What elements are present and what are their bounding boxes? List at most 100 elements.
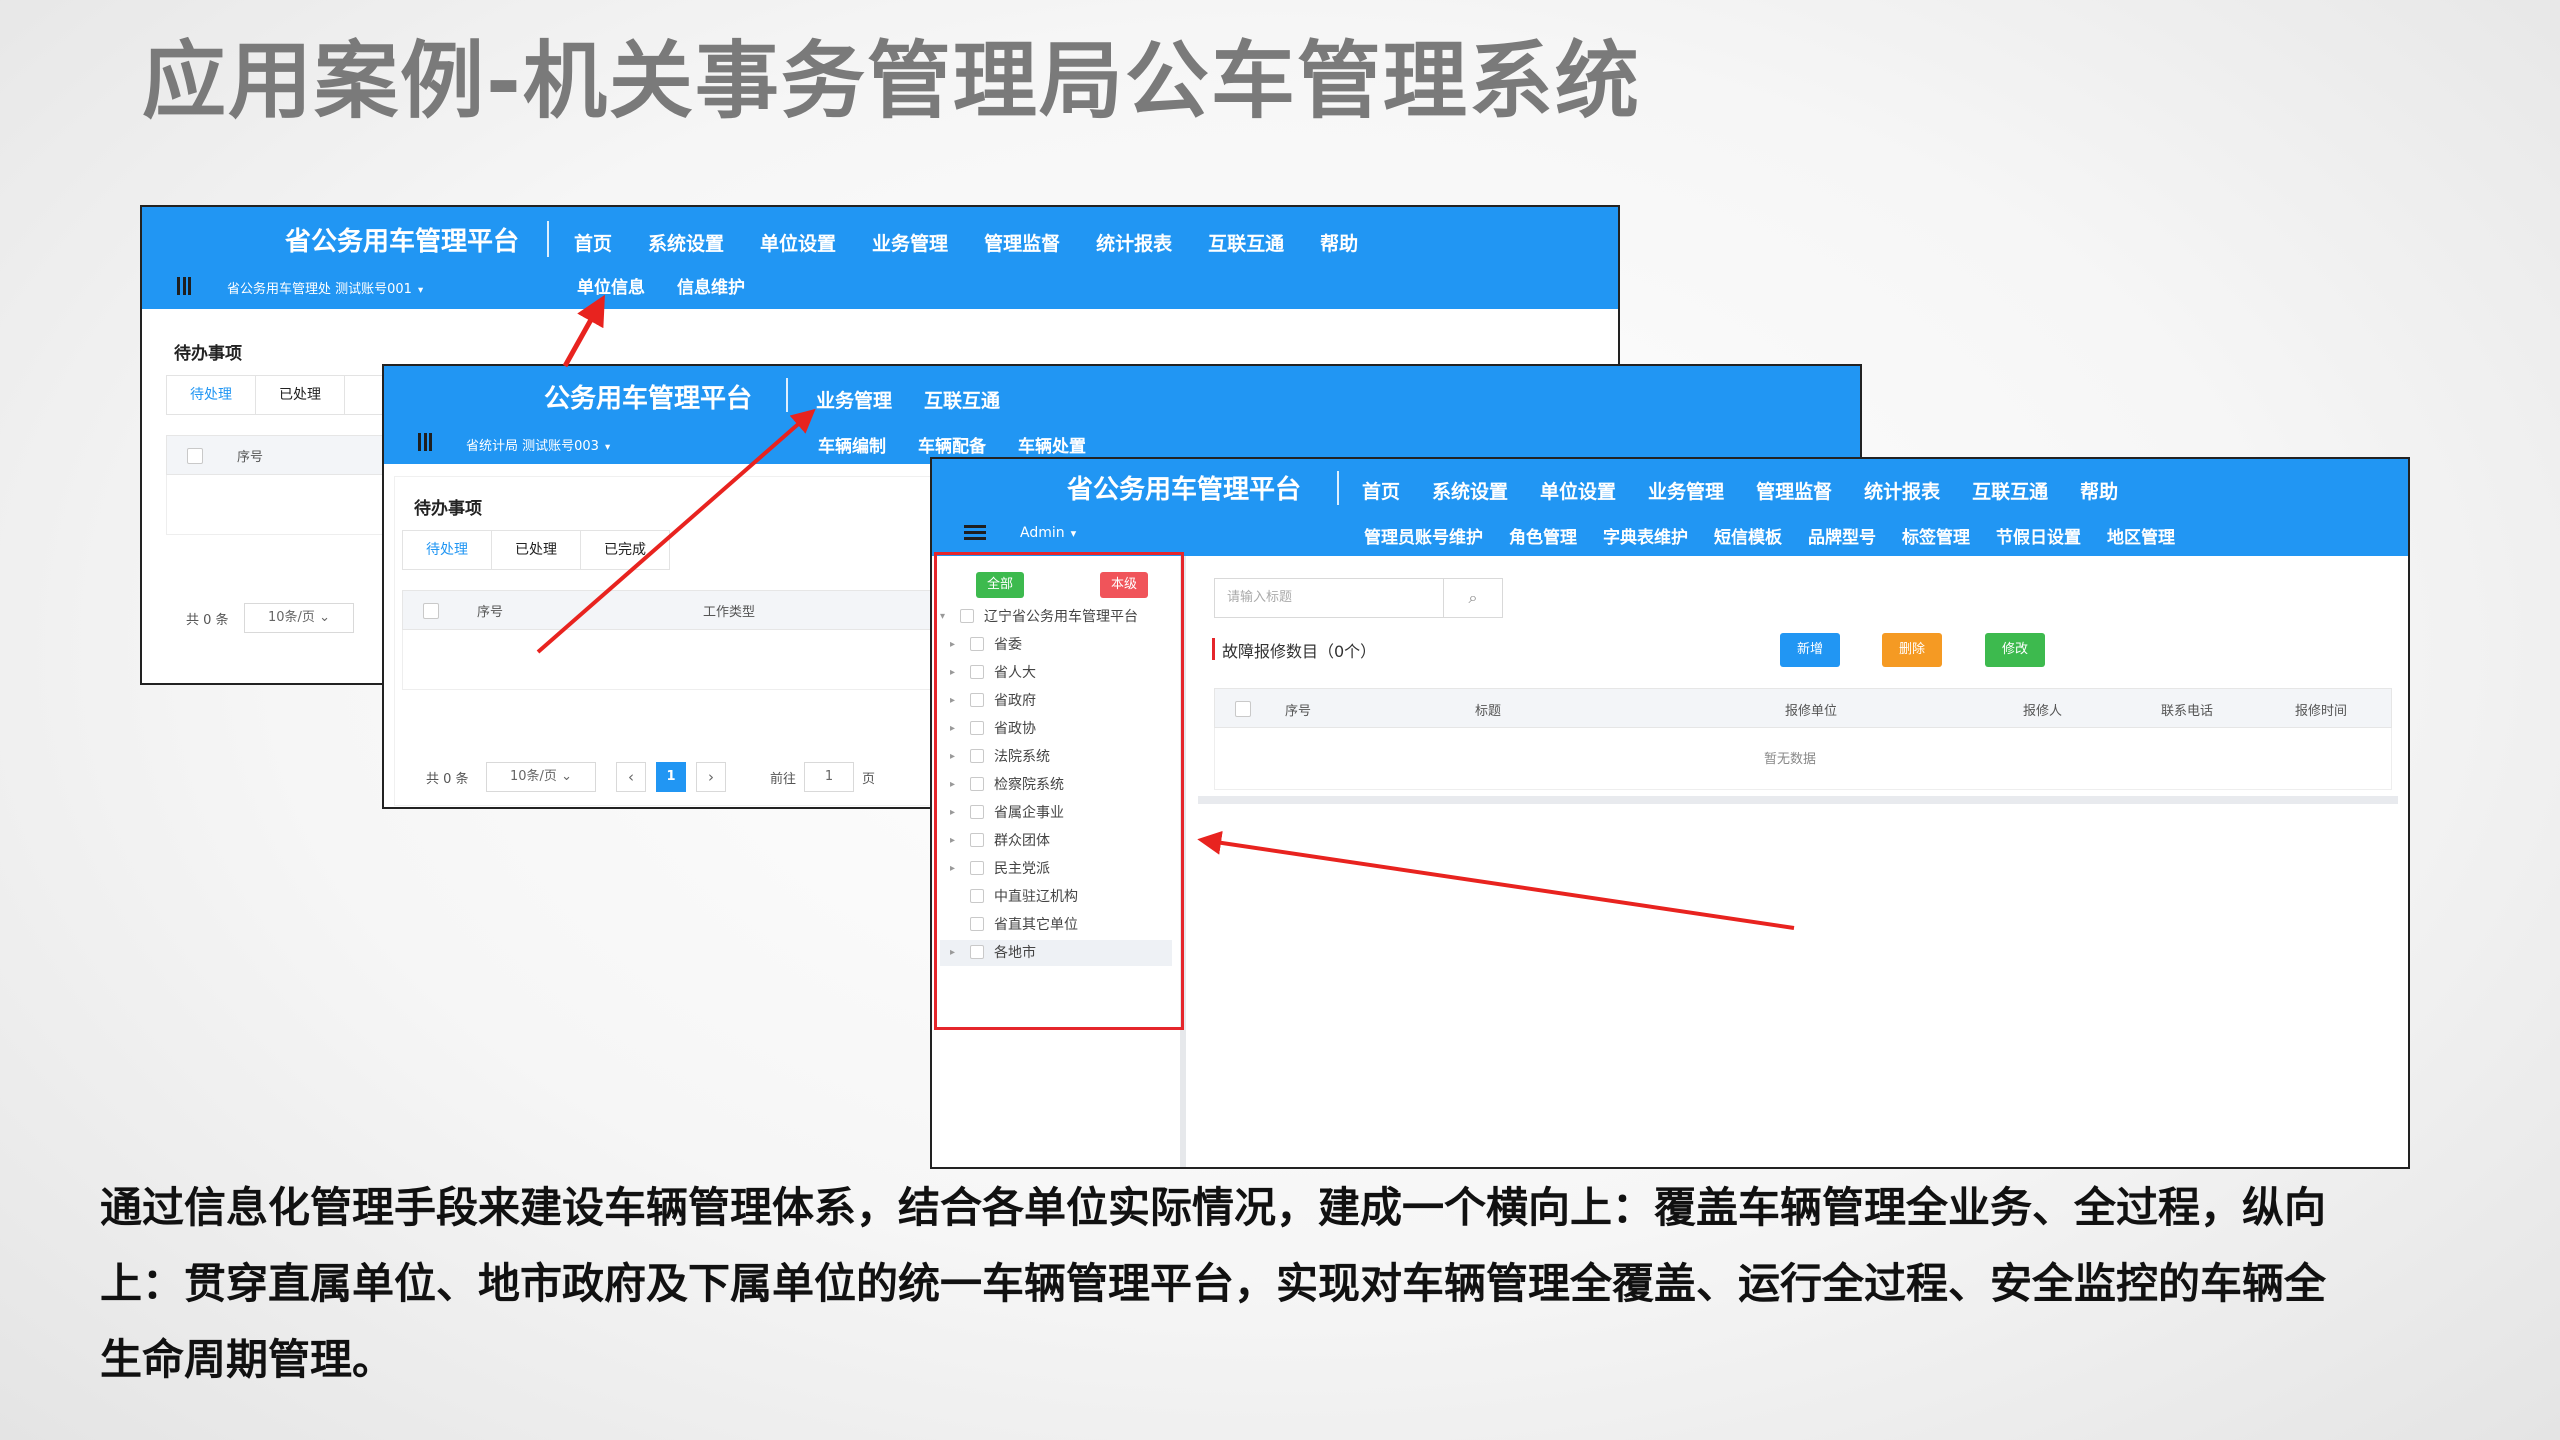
col-index: 序号 bbox=[237, 450, 264, 465]
delete-button[interactable]: 删除 bbox=[1882, 633, 1942, 667]
table-body bbox=[402, 630, 962, 690]
menu-home[interactable]: 首页 bbox=[1362, 477, 1400, 504]
submenu-unit-info[interactable]: 单位信息 bbox=[577, 273, 645, 298]
col-index: 序号 bbox=[1285, 704, 1312, 719]
menu-unit-settings[interactable]: 单位设置 bbox=[1540, 477, 1616, 504]
caption-line-1: 通过信息化管理手段来建设车辆管理体系，结合各单位实际情况，建成一个横向上：覆盖车… bbox=[100, 1183, 2327, 1232]
menu-unit-settings[interactable]: 单位设置 bbox=[760, 229, 836, 256]
page-1-button[interactable]: 1 bbox=[656, 762, 686, 792]
hamburger-icon[interactable] bbox=[418, 433, 432, 451]
page-size-select[interactable]: 10条/页 ⌄ bbox=[486, 762, 596, 792]
menu-system-settings[interactable]: 系统设置 bbox=[648, 229, 724, 256]
submenu-vehicle-disposal[interactable]: 车辆处置 bbox=[1018, 432, 1086, 457]
menu-reports[interactable]: 统计报表 bbox=[1096, 229, 1172, 256]
divider bbox=[786, 378, 788, 412]
submenu-regions[interactable]: 地区管理 bbox=[2107, 523, 2175, 548]
goto-label: 前往 bbox=[770, 772, 797, 787]
col-index: 序号 bbox=[477, 605, 504, 620]
menu-interconnect[interactable]: 互联互通 bbox=[1208, 229, 1284, 256]
submenu-vehicle-quota[interactable]: 车辆编制 bbox=[818, 432, 886, 457]
col-title: 标题 bbox=[1475, 704, 1502, 719]
top-bar: 省公务用车管理平台 首页 系统设置 单位设置 业务管理 管理监督 统计报表 互联… bbox=[932, 459, 2408, 556]
prev-page-button[interactable]: ‹ bbox=[616, 762, 646, 792]
next-page-button[interactable]: › bbox=[696, 762, 726, 792]
slide-title: 应用案例-机关事务管理局公车管理系统 bbox=[142, 32, 1641, 130]
menu-system-settings[interactable]: 系统设置 bbox=[1432, 477, 1508, 504]
select-all-checkbox[interactable] bbox=[187, 448, 203, 464]
col-repair-time: 报修时间 bbox=[2295, 704, 2348, 719]
hamburger-icon[interactable] bbox=[964, 525, 986, 540]
chevron-down-icon: ⌄ bbox=[319, 610, 330, 625]
menu-supervision[interactable]: 管理监督 bbox=[984, 229, 1060, 256]
brand-title: 省公务用车管理平台 bbox=[285, 227, 520, 257]
menu-help[interactable]: 帮助 bbox=[1320, 229, 1358, 256]
account-switcher[interactable]: Admin ▾ bbox=[1020, 525, 1076, 541]
main-menu: 业务管理 互联互通 bbox=[816, 386, 1000, 413]
submenu-roles[interactable]: 角色管理 bbox=[1509, 523, 1577, 548]
tab-pending[interactable]: 待处理 bbox=[402, 530, 492, 570]
page-size-select[interactable]: 10条/页 ⌄ bbox=[244, 603, 354, 633]
submenu-info-maintenance[interactable]: 信息维护 bbox=[677, 273, 745, 298]
list-title-bar bbox=[1212, 638, 1215, 660]
content-area: 请输入标题 ⌕ 故障报修数目（0个） 新增 删除 修改 序号 标题 报修单位 报… bbox=[1192, 556, 2408, 1167]
account-switcher[interactable]: 省统计局 测试账号003 ▾ bbox=[466, 435, 610, 454]
total-count: 共 0 条 bbox=[186, 613, 229, 628]
goto-input[interactable]: 1 bbox=[804, 762, 854, 792]
caret-down-icon: ▾ bbox=[1070, 527, 1077, 540]
menu-interconnect[interactable]: 互联互通 bbox=[924, 386, 1000, 413]
menu-reports[interactable]: 统计报表 bbox=[1864, 477, 1940, 504]
search-input[interactable]: 请输入标题 bbox=[1214, 578, 1444, 618]
account-switcher[interactable]: 省公务用车管理处 测试账号001 ▾ bbox=[227, 278, 423, 297]
total-count: 共 0 条 bbox=[426, 772, 469, 787]
pending-title: 待办事项 bbox=[174, 344, 242, 364]
search-button[interactable]: ⌕ bbox=[1443, 578, 1503, 618]
top-bar: 公务用车管理平台 业务管理 互联互通 省统计局 测试账号003 ▾ 车辆编制 车辆… bbox=[384, 366, 1860, 464]
caret-down-icon: ▾ bbox=[417, 284, 424, 296]
menu-business[interactable]: 业务管理 bbox=[872, 229, 948, 256]
menu-home[interactable]: 首页 bbox=[574, 229, 612, 256]
table-header: 序号 工作类型 bbox=[402, 590, 962, 630]
hamburger-icon[interactable] bbox=[177, 277, 191, 295]
select-all-checkbox[interactable] bbox=[423, 603, 439, 619]
select-all-checkbox[interactable] bbox=[1235, 701, 1251, 717]
sub-menu: 管理员账号维护 角色管理 字典表维护 短信模板 品牌型号 标签管理 节假日设置 … bbox=[1364, 523, 2175, 548]
col-phone: 联系电话 bbox=[2161, 704, 2214, 719]
menu-business[interactable]: 业务管理 bbox=[1648, 477, 1724, 504]
chevron-down-icon: ⌄ bbox=[561, 769, 572, 784]
caret-down-icon: ▾ bbox=[604, 441, 611, 453]
sub-menu: 车辆编制 车辆配备 车辆处置 bbox=[818, 432, 1086, 457]
list-title: 故障报修数目（0个） bbox=[1222, 642, 1377, 661]
submenu-sms-templates[interactable]: 短信模板 bbox=[1714, 523, 1782, 548]
divider bbox=[547, 221, 549, 257]
col-repair-unit: 报修单位 bbox=[1785, 704, 1838, 719]
add-button[interactable]: 新增 bbox=[1780, 633, 1840, 667]
submenu-dictionary[interactable]: 字典表维护 bbox=[1603, 523, 1688, 548]
red-highlight-frame bbox=[934, 552, 1184, 1030]
menu-help[interactable]: 帮助 bbox=[2080, 477, 2118, 504]
empty-state: 暂无数据 bbox=[1764, 752, 1817, 767]
caption-line-3: 生命周期管理。 bbox=[100, 1335, 395, 1384]
tab-completed[interactable]: 已完成 bbox=[580, 530, 670, 570]
submenu-brand-models[interactable]: 品牌型号 bbox=[1808, 523, 1876, 548]
main-menu: 首页 系统设置 单位设置 业务管理 管理监督 统计报表 互联互通 帮助 bbox=[1362, 477, 2118, 504]
screenshot-3: 省公务用车管理平台 首页 系统设置 单位设置 业务管理 管理监督 统计报表 互联… bbox=[930, 457, 2410, 1169]
submenu-holidays[interactable]: 节假日设置 bbox=[1996, 523, 2081, 548]
caption: 通过信息化管理手段来建设车辆管理体系，结合各单位实际情况，建成一个横向上：覆盖车… bbox=[100, 1170, 2480, 1398]
submenu-admin-accounts[interactable]: 管理员账号维护 bbox=[1364, 523, 1483, 548]
divider bbox=[1337, 471, 1339, 505]
tab-processed[interactable]: 已处理 bbox=[255, 375, 345, 415]
sub-menu: 单位信息 信息维护 bbox=[577, 273, 745, 298]
top-bar: 省公务用车管理平台 首页 系统设置 单位设置 业务管理 管理监督 统计报表 互联… bbox=[142, 207, 1618, 309]
menu-supervision[interactable]: 管理监督 bbox=[1756, 477, 1832, 504]
pending-title: 待办事项 bbox=[414, 499, 482, 519]
submenu-vehicle-allocation[interactable]: 车辆配备 bbox=[918, 432, 986, 457]
menu-business[interactable]: 业务管理 bbox=[816, 386, 892, 413]
tab-processed[interactable]: 已处理 bbox=[491, 530, 581, 570]
menu-interconnect[interactable]: 互联互通 bbox=[1972, 477, 2048, 504]
submenu-tags[interactable]: 标签管理 bbox=[1902, 523, 1970, 548]
tab-pending[interactable]: 待处理 bbox=[166, 375, 256, 415]
col-work-type: 工作类型 bbox=[703, 605, 756, 620]
brand-title: 公务用车管理平台 bbox=[544, 384, 753, 414]
table-header: 序号 标题 报修单位 报修人 联系电话 报修时间 bbox=[1214, 688, 2392, 728]
edit-button[interactable]: 修改 bbox=[1985, 633, 2045, 667]
